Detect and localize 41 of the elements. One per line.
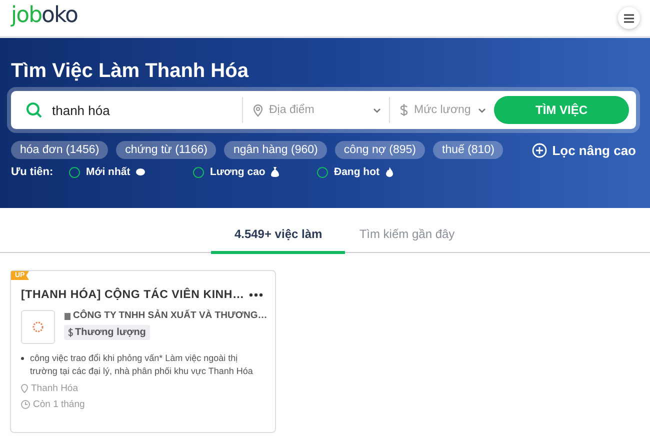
job-deadline: Còn 1 tháng bbox=[21, 399, 263, 410]
job-location: Thanh Hóa bbox=[21, 383, 263, 394]
dollar-icon bbox=[400, 104, 408, 116]
building-icon bbox=[64, 312, 71, 320]
menu-button[interactable] bbox=[618, 7, 640, 29]
location-pin-icon bbox=[21, 384, 28, 393]
logo-icon bbox=[32, 321, 44, 333]
more-icon[interactable] bbox=[249, 293, 263, 297]
advanced-filter-button[interactable]: Lọc nâng cao bbox=[532, 142, 636, 158]
priority-label: Ưu tiên: bbox=[11, 166, 54, 178]
page-title: Tìm Việc Làm Thanh Hóa bbox=[11, 60, 250, 83]
radio-button[interactable] bbox=[317, 166, 328, 178]
search-icon bbox=[26, 102, 42, 118]
dollar-icon bbox=[68, 328, 73, 337]
job-card[interactable] bbox=[10, 270, 276, 433]
keyword-tag[interactable]: ngân hàng (960) bbox=[224, 141, 327, 159]
priority-option[interactable]: Lương cao bbox=[210, 166, 266, 178]
money-bag-icon bbox=[271, 167, 280, 177]
priority-option[interactable]: Đang hot bbox=[334, 166, 380, 178]
job-title[interactable]: [THANH HÓA] CỘNG TÁC VIÊN KINH… bbox=[21, 289, 244, 301]
location-pin-icon bbox=[253, 104, 263, 116]
radio-button[interactable] bbox=[69, 166, 80, 178]
plus-circle-icon bbox=[532, 142, 548, 158]
job-description: công việc trao đổi khi phỏng vấn* Làm việc ngoài thị trường tại các đại lý, nhà phân phối khu vực Thanh Hóa bbox=[30, 352, 254, 378]
keyword-tag[interactable]: thuế (810) bbox=[433, 141, 504, 159]
chevron-down-icon bbox=[478, 108, 486, 112]
flame-icon bbox=[386, 167, 392, 177]
tab[interactable]: Tìm kiếm gần đây bbox=[345, 227, 469, 254]
badge-icon bbox=[136, 168, 146, 176]
keyword-tag[interactable]: hóa đơn (1456) bbox=[11, 141, 108, 159]
clock-icon bbox=[21, 400, 30, 409]
keyword-tag[interactable]: công nợ (895) bbox=[334, 141, 425, 159]
salary-tag: Thương lượng bbox=[64, 325, 150, 340]
logo[interactable]: joboko bbox=[11, 5, 78, 31]
company-name[interactable]: CÔNG TY TNHH SẢN XUẤT VÀ THƯƠNG… bbox=[64, 310, 268, 321]
tab[interactable]: 4.549+ việc làm bbox=[211, 227, 346, 254]
radio-button[interactable] bbox=[193, 166, 204, 178]
menu-icon bbox=[624, 14, 634, 22]
priority-option[interactable]: Mới nhất bbox=[86, 166, 130, 178]
chevron-down-icon bbox=[373, 108, 381, 112]
keyword-tag[interactable]: chứng từ (1166) bbox=[116, 141, 216, 159]
